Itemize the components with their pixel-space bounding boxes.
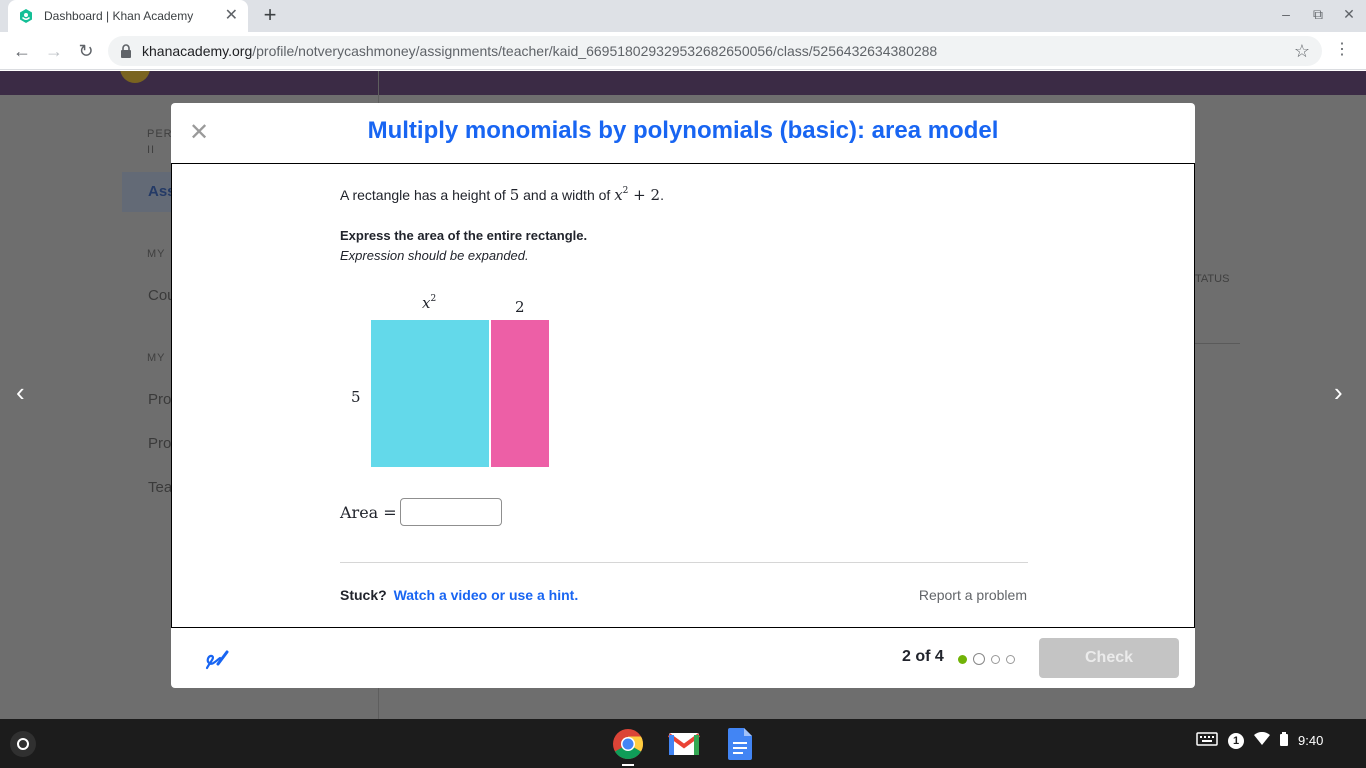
problem-prefix: A rectangle has a height of [340, 187, 506, 203]
back-icon[interactable]: ← [10, 40, 34, 62]
battery-icon [1280, 732, 1288, 749]
side-label: 5 [351, 388, 361, 406]
problem-mid: and a width of [523, 187, 611, 203]
keyboard-icon [1196, 731, 1218, 750]
sidebar-item-pro-1[interactable]: Pro [148, 391, 171, 408]
tab-close-icon[interactable]: ✕ [225, 8, 238, 24]
sidebar-section-label: MY [147, 352, 166, 364]
url-path: /profile/notverycashmoney/assignments/te… [252, 43, 938, 59]
new-tab-button[interactable]: + [258, 4, 282, 28]
sidebar-section-label: PER [147, 128, 173, 140]
sidebar-section-label: MY [147, 248, 166, 260]
wifi-icon [1254, 731, 1270, 749]
tab-title: Dashboard | Khan Academy [44, 9, 194, 23]
url-host: khanacademy.org [142, 43, 253, 59]
top-label-left: x2 [422, 294, 436, 312]
instruction-sub: Expression should be expanded. [340, 248, 529, 263]
progress-dot-complete [958, 654, 967, 664]
rectangle-part-x-squared [371, 320, 489, 467]
sidebar-section-label: II [147, 144, 156, 156]
exercise-modal: ✕ Multiply monomials by polynomials (bas… [171, 103, 1195, 688]
browser-tab[interactable]: Dashboard | Khan Academy ✕ [8, 0, 248, 32]
browser-toolbar: ← → ↻ khanacademy.org/profile/notverycas… [0, 32, 1366, 70]
table-divider [1195, 343, 1240, 344]
width-exponent: 2 [622, 186, 629, 196]
modal-footer: 2 of 4 Check [171, 628, 1195, 688]
height-value: 5 [509, 186, 520, 204]
previous-arrow-icon[interactable]: ‹ [16, 377, 25, 407]
active-app-indicator [622, 764, 634, 766]
browser-menu-icon[interactable]: ⋮ [1334, 41, 1350, 59]
gmail-icon[interactable] [667, 727, 701, 761]
width-expression: x2 + 2 [614, 186, 660, 204]
width-variable: x [614, 186, 623, 204]
bookmark-star-icon[interactable]: ☆ [1294, 41, 1310, 62]
modal-header: ✕ Multiply monomials by polynomials (bas… [171, 103, 1195, 164]
exercise-body: A rectangle has a height of 5 and a widt… [171, 164, 1195, 628]
table-header-status: TATUS [1195, 273, 1230, 285]
progress-text: 2 of 4 [902, 648, 944, 665]
progress-dot-current [973, 653, 985, 665]
tab-strip: Dashboard | Khan Academy ✕ + – ⧉ ✕ [0, 0, 1366, 32]
forward-icon[interactable]: → [42, 40, 66, 62]
hint-link[interactable]: Watch a video or use a hint. [394, 587, 579, 603]
area-input[interactable] [399, 498, 502, 526]
progress-dot-pending [991, 654, 1000, 664]
report-problem-link[interactable]: Report a problem [919, 587, 1027, 603]
answer-row: Area = [340, 498, 502, 526]
instruction: Express the area of the entire rectangle… [340, 228, 588, 243]
stuck-label: Stuck? [340, 587, 387, 603]
check-button[interactable]: Check [1039, 638, 1179, 678]
lock-icon [120, 44, 134, 58]
progress-dot-pending [1006, 654, 1015, 664]
width-rest: + 2 [633, 186, 661, 204]
stuck-row: Stuck? Watch a video or use a hint. [340, 587, 578, 603]
os-shelf: 1 9:40 [0, 719, 1366, 768]
launcher-button[interactable] [10, 731, 36, 757]
notification-badge: 1 [1228, 732, 1244, 749]
reload-icon[interactable]: ↻ [74, 40, 98, 62]
launcher-circle-icon [17, 738, 29, 750]
sidebar-item-pro-2[interactable]: Pro [148, 435, 171, 452]
top-label-exponent: 2 [430, 294, 437, 304]
exercise-title: Multiply monomials by polynomials (basic… [367, 117, 999, 144]
area-label: Area = [340, 502, 397, 522]
progress-dots [958, 653, 1015, 665]
chrome-icon[interactable] [611, 727, 645, 761]
problem-end: . [660, 187, 664, 203]
site-header-bar [0, 71, 1366, 95]
minimize-icon[interactable]: – [1276, 6, 1296, 22]
next-arrow-icon[interactable]: › [1334, 377, 1343, 407]
area-model-diagram: x2 2 5 [342, 288, 562, 478]
clock: 9:40 [1298, 733, 1324, 748]
problem-statement: A rectangle has a height of 5 and a widt… [340, 186, 664, 204]
khan-academy-favicon-icon [18, 8, 34, 24]
top-label-right: 2 [515, 298, 525, 316]
rectangle-part-constant [491, 320, 549, 467]
divider [340, 562, 1028, 563]
restore-icon[interactable]: ⧉ [1308, 6, 1328, 23]
docs-icon[interactable] [723, 727, 757, 761]
window-close-icon[interactable]: ✕ [1339, 6, 1359, 23]
scratchpad-pencil-icon[interactable] [203, 646, 231, 674]
status-tray[interactable]: 1 9:40 [1196, 731, 1323, 750]
url-text: khanacademy.org/profile/notverycashmoney… [142, 43, 937, 59]
address-bar[interactable]: khanacademy.org/profile/notverycashmoney… [108, 36, 1322, 66]
sidebar-item-teachers[interactable]: Tea [148, 479, 172, 496]
